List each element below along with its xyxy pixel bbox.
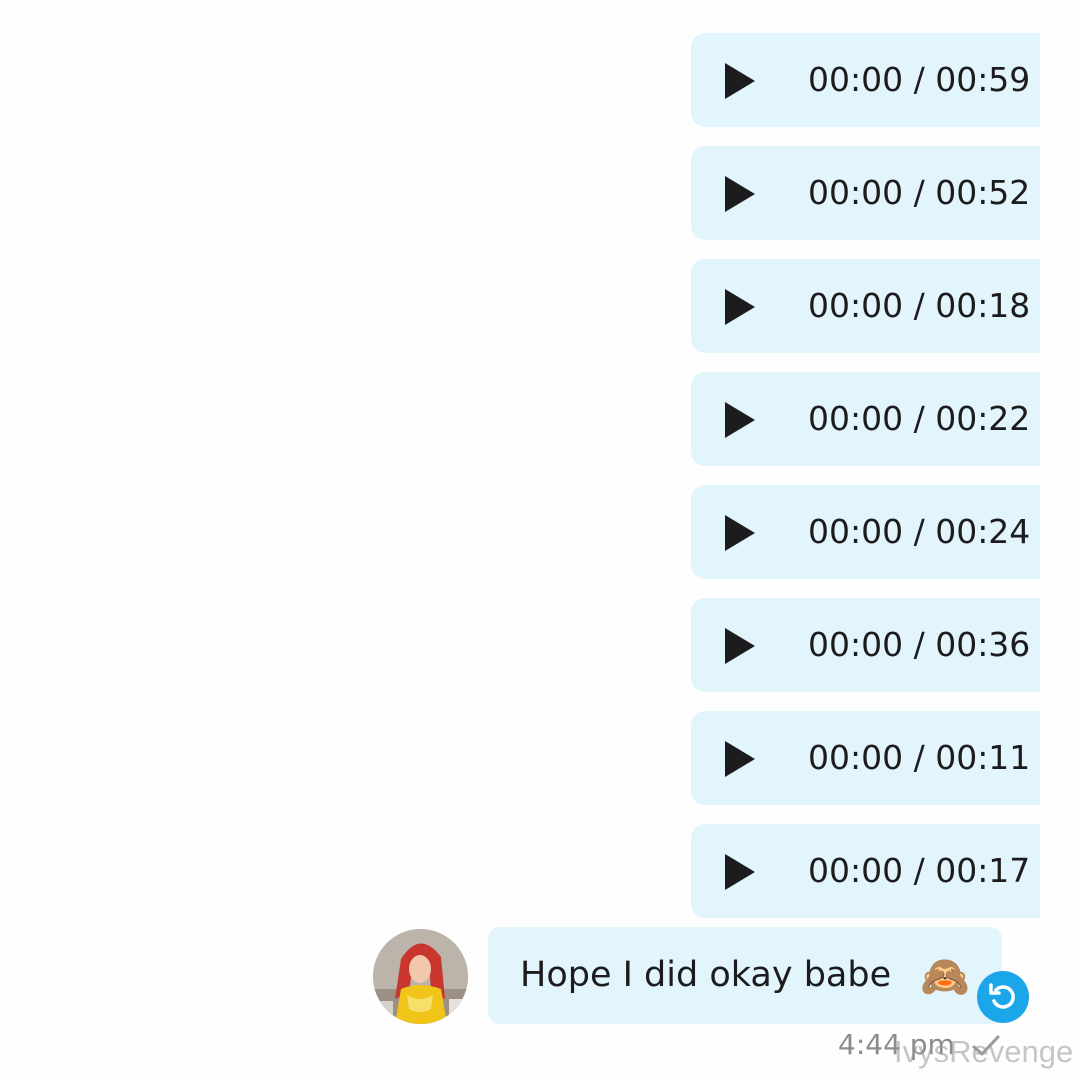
audio-time: 00:00 / 00:17: [808, 851, 1031, 890]
avatar[interactable]: [373, 929, 468, 1024]
play-icon[interactable]: [725, 628, 755, 664]
audio-message[interactable]: 00:00 / 00:24: [691, 485, 1040, 579]
undo-icon: [989, 983, 1015, 1009]
audio-time: 00:00 / 00:24: [808, 512, 1031, 551]
undo-button[interactable]: [977, 971, 1029, 1023]
audio-message[interactable]: 00:00 / 00:52: [691, 146, 1040, 240]
see-no-evil-monkey-icon: 🙈: [920, 954, 970, 1000]
audio-time: 00:00 / 00:18: [808, 286, 1031, 325]
message-text: Hope I did okay babe: [520, 955, 892, 995]
audio-message-list: 00:00 / 00:59 00:00 / 00:52 00:00 / 00:1…: [691, 33, 1040, 937]
play-icon[interactable]: [725, 402, 755, 438]
play-icon[interactable]: [725, 176, 755, 212]
audio-message[interactable]: 00:00 / 00:18: [691, 259, 1040, 353]
audio-message[interactable]: 00:00 / 00:17: [691, 824, 1040, 918]
play-icon[interactable]: [725, 741, 755, 777]
audio-message[interactable]: 00:00 / 00:11: [691, 711, 1040, 805]
audio-time: 00:00 / 00:52: [808, 173, 1031, 212]
check-icon: [971, 1034, 1001, 1062]
audio-time: 00:00 / 00:11: [808, 738, 1031, 777]
play-icon[interactable]: [725, 63, 755, 99]
play-icon[interactable]: [725, 289, 755, 325]
play-icon[interactable]: [725, 854, 755, 890]
audio-message[interactable]: 00:00 / 00:22: [691, 372, 1040, 466]
audio-time: 00:00 / 00:59: [808, 60, 1031, 99]
play-icon[interactable]: [725, 515, 755, 551]
audio-time: 00:00 / 00:22: [808, 399, 1031, 438]
audio-message[interactable]: 00:00 / 00:36: [691, 598, 1040, 692]
audio-time: 00:00 / 00:36: [808, 625, 1031, 664]
avatar-photo: [373, 929, 468, 1024]
audio-message[interactable]: 00:00 / 00:59: [691, 33, 1040, 127]
